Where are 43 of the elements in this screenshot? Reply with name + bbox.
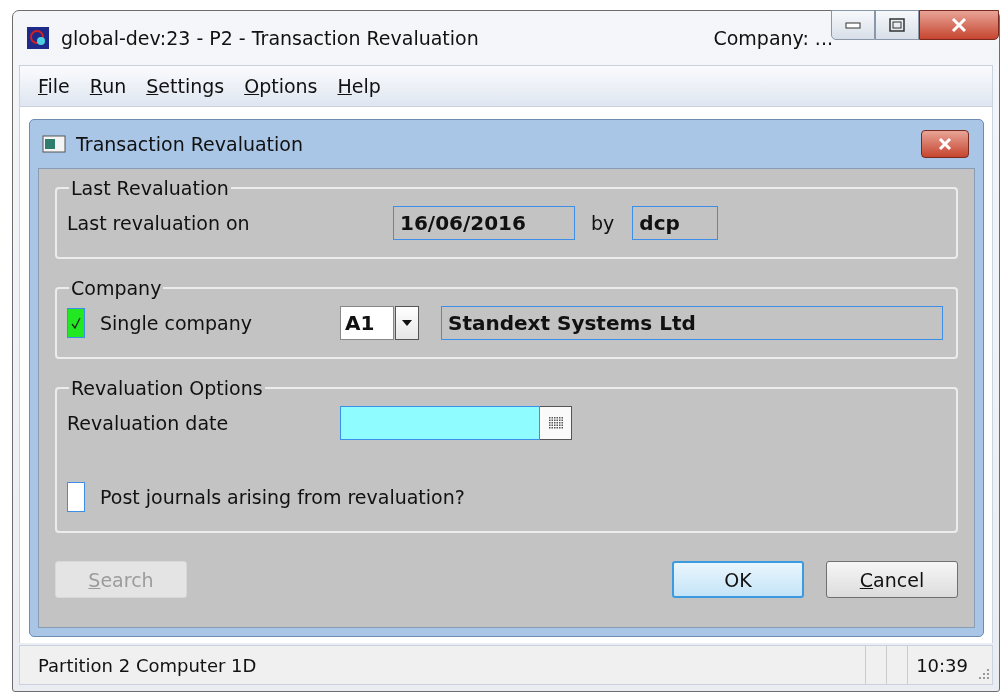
dropdown-button[interactable] [395, 306, 419, 340]
minimize-icon [845, 21, 861, 29]
close-button[interactable] [921, 130, 969, 158]
group-title: Revaluation Options [70, 377, 264, 399]
ok-button[interactable]: OK [672, 561, 804, 598]
field-label: Last revaluation on [67, 212, 251, 234]
check-icon [71, 317, 81, 329]
menu-item[interactable]: File [30, 73, 78, 99]
close-icon [937, 137, 953, 151]
company-code-field[interactable]: A1 [340, 306, 394, 340]
checkbox[interactable] [67, 308, 85, 338]
company-name-field: Standext Systems Ltd [441, 306, 943, 340]
window-title: global-dev:23 - P2 - Transaction Revaluation [61, 27, 479, 49]
field-label: Revaluation date [67, 412, 230, 434]
menu-item[interactable]: Options [236, 73, 326, 99]
company-label: Company: ... [713, 27, 833, 49]
clock: 10:39 [907, 646, 976, 684]
close-button[interactable] [919, 10, 999, 40]
app-icon [27, 27, 49, 49]
cancel-button[interactable]: Cancel [826, 561, 958, 598]
menu-item[interactable]: Run [81, 73, 135, 99]
maximize-icon [889, 18, 905, 32]
menu-item[interactable]: Settings [138, 73, 233, 99]
checkbox-label: Post journals arising from revaluation? [100, 486, 465, 508]
field-label: by [591, 212, 615, 234]
dialog-title: Transaction Revaluation [76, 133, 304, 155]
group-title: Last Revaluation [70, 177, 230, 199]
window-icon [42, 135, 66, 153]
checkbox-label: Single company [100, 312, 254, 334]
date-input[interactable] [340, 406, 540, 440]
calendar-button[interactable] [540, 406, 572, 440]
status-text: Partition 2 Computer 1D [37, 654, 258, 676]
minimize-button[interactable] [831, 10, 875, 40]
maximize-button[interactable] [875, 10, 919, 40]
resize-grip-icon [976, 666, 990, 680]
checkbox[interactable] [67, 482, 85, 512]
close-icon [950, 17, 968, 33]
group-title: Company [70, 277, 163, 299]
menu-item[interactable]: Help [329, 73, 389, 99]
caret-icon [402, 320, 412, 326]
user-field[interactable]: dcp [632, 206, 719, 240]
calendar-icon [547, 416, 564, 430]
date-field[interactable]: 16/06/2016 [393, 206, 575, 240]
